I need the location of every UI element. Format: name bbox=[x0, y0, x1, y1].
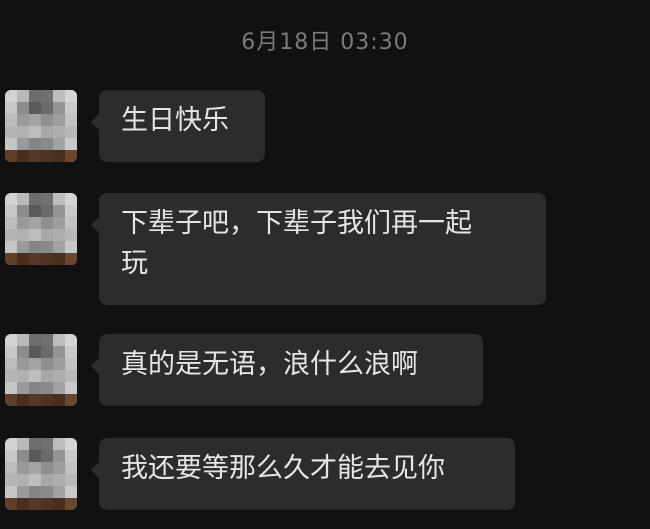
avatar[interactable] bbox=[5, 193, 77, 265]
avatar[interactable] bbox=[5, 90, 77, 162]
avatar[interactable] bbox=[5, 334, 77, 406]
message-bubble[interactable]: 生日快乐 bbox=[91, 90, 265, 162]
message-timestamp: 6月18日 03:30 bbox=[241, 30, 409, 55]
avatar[interactable] bbox=[5, 438, 77, 510]
message-bubble[interactable]: 下辈子吧，下辈子我们再一起 玩 bbox=[91, 193, 546, 305]
message-bubble[interactable]: 我还要等那么久才能去见你 bbox=[91, 438, 515, 510]
message-bubble[interactable]: 真的是无语，浪什么浪啊 bbox=[91, 334, 483, 406]
